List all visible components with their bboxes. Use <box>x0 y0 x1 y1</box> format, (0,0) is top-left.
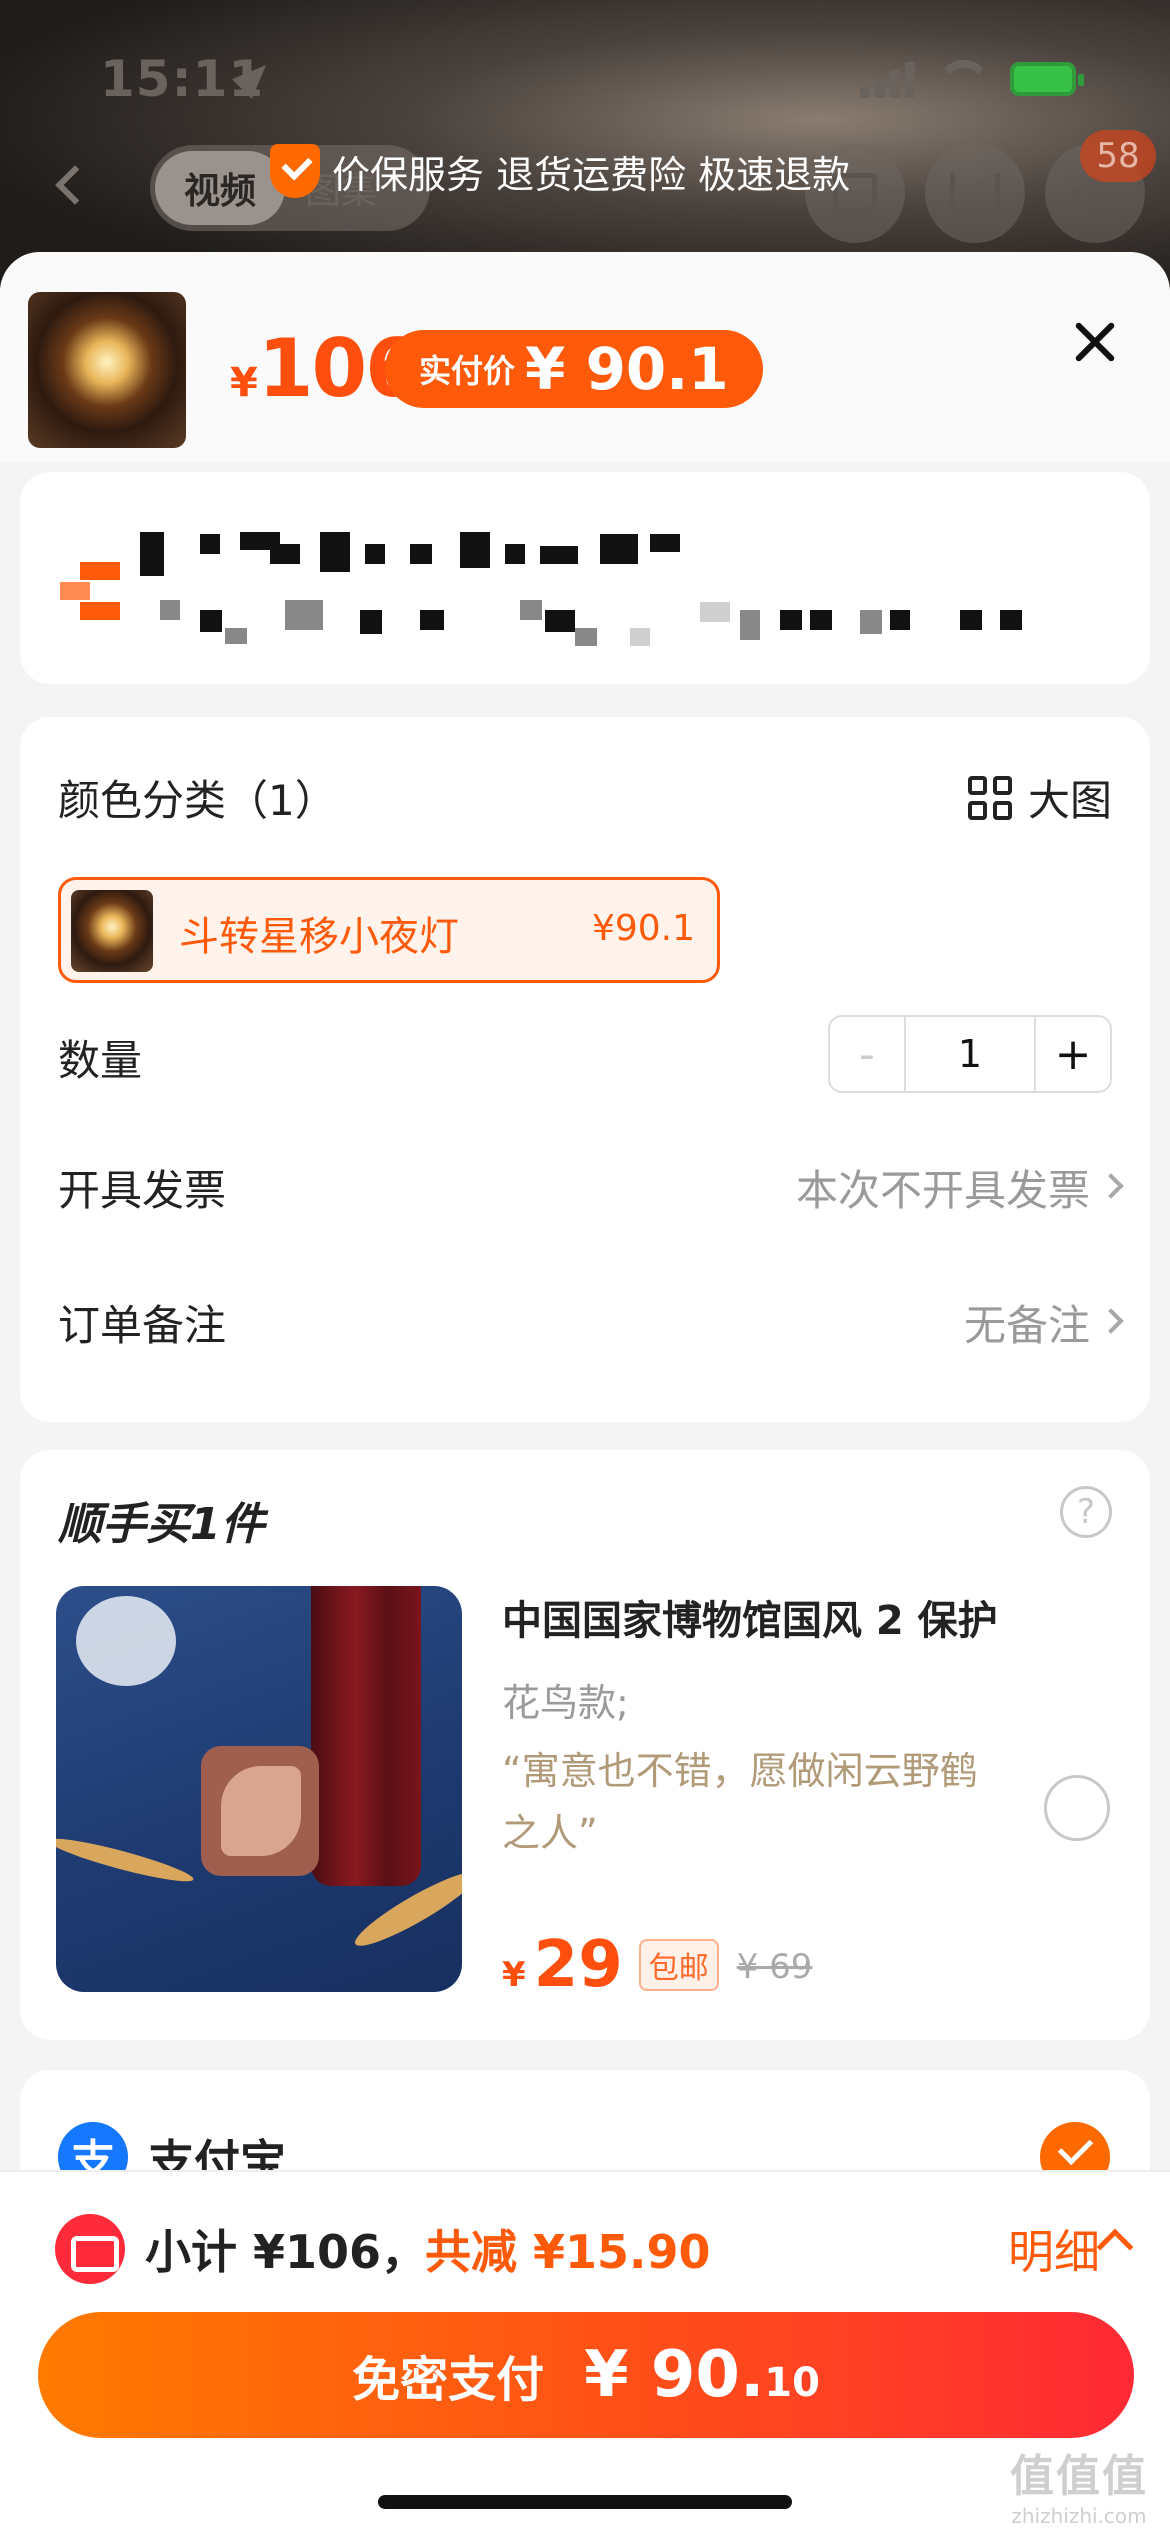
status-bar: 15:11 <box>0 40 1170 120</box>
battery-icon <box>1010 62 1084 96</box>
pay-price-value: ¥ 90.1 <box>525 335 729 403</box>
shield-check-icon <box>270 144 320 198</box>
add-on-product-image[interactable] <box>56 1586 462 1992</box>
shipping-address-card[interactable] <box>20 472 1150 684</box>
pay-button-amount-cents: 10 <box>764 2360 820 2406</box>
invoice-value: 本次不开具发票 <box>795 1166 1090 1215</box>
order-note-value: 无备注 <box>963 1301 1090 1350</box>
checkout-bottom-bar: 小计 ¥106， 共减 ¥15.90 明细 免密支付 ¥ 90.10 <box>0 2170 1170 2532</box>
coupon-icon <box>55 2214 125 2284</box>
actual-pay-price-badge: 实付价 ¥ 90.1 <box>385 330 763 408</box>
pay-button-amount-main: ¥ 90. <box>584 2338 765 2412</box>
cart-button[interactable] <box>925 143 1025 243</box>
chevron-right-icon <box>1098 1308 1124 1334</box>
tab-video[interactable]: 视频 <box>155 151 285 225</box>
add-on-sku: 花鸟款; <box>502 1681 629 1725</box>
quantity-decrease-button[interactable]: - <box>830 1017 904 1091</box>
help-icon[interactable]: ? <box>1060 1486 1112 1538</box>
wifi-icon <box>940 60 988 100</box>
grid-icon <box>967 775 1012 820</box>
product-thumbnail[interactable] <box>28 292 186 448</box>
service-guarantee-text: 价保服务 退货运费险 极速退款 <box>332 152 851 197</box>
add-on-price-value: 29 <box>533 1928 623 2002</box>
subtotal-text: 小计 ¥106， <box>145 2225 428 2279</box>
quantity-label: 数量 <box>58 1036 143 1085</box>
more-icon <box>1072 188 1118 198</box>
sku-price: ¥90.1 <box>591 908 695 949</box>
quantity-increase-button[interactable]: + <box>1036 1017 1110 1091</box>
product-summary: ¥ 106 实付价 ¥ 90.1 <box>0 252 1170 462</box>
cart-count-badge: 58 <box>1080 130 1156 182</box>
quantity-input[interactable]: 1 <box>904 1017 1036 1091</box>
add-on-review-quote: “寓意也不错，愿做闲云野鹤之人” <box>502 1749 978 1855</box>
add-on-item-card: 顺手买1件 ? 中国国家博物馆国风 2 保护 花鸟款; “寓意也不错，愿做闲云野… <box>20 1450 1150 2040</box>
pay-button-label: 免密支付 <box>352 2352 545 2408</box>
quantity-stepper: - 1 + <box>828 1015 1112 1093</box>
sku-option-selected[interactable]: 斗转星移小夜灯 ¥90.1 <box>58 877 720 983</box>
sku-thumbnail <box>71 890 153 972</box>
invoice-label: 开具发票 <box>58 1166 227 1215</box>
cellular-signal-icon <box>860 62 920 98</box>
add-on-price: ¥ 29 包邮 ¥ 69 <box>502 1928 812 2002</box>
service-guarantee-banner: 价保服务 退货运费险 极速退款 <box>270 135 850 207</box>
color-category-label: 颜色分类（1） <box>58 776 337 825</box>
top-navigation: 视频 图集 58 价保服务 退货运费险 极速退款 <box>0 130 1170 245</box>
discount-total-text: 共减 ¥15.90 <box>425 2225 711 2279</box>
pay-price-label: 实付价 <box>419 352 516 390</box>
add-on-select-radio[interactable] <box>1044 1775 1110 1841</box>
free-shipping-badge: 包邮 <box>638 1939 719 1991</box>
big-image-toggle[interactable]: 大图 <box>967 767 1112 828</box>
add-on-original-price: ¥ 69 <box>736 1947 813 1987</box>
add-on-product-name: 中国国家博物馆国风 2 保护 <box>502 1598 998 1644</box>
home-indicator <box>378 2495 792 2509</box>
password-free-pay-button[interactable]: 免密支付 ¥ 90.10 <box>38 2312 1134 2438</box>
sku-name: 斗转星移小夜灯 <box>179 914 459 960</box>
price-currency: ¥ <box>230 360 258 406</box>
add-on-price-currency: ¥ <box>502 1955 526 1995</box>
cart-icon <box>950 173 1000 213</box>
close-icon[interactable] <box>1065 312 1125 372</box>
price-detail-button[interactable]: 明细 <box>1008 2216 1100 2282</box>
chevron-up-icon[interactable] <box>1096 2228 1134 2266</box>
order-note-label: 订单备注 <box>58 1301 227 1350</box>
order-options-card: 颜色分类（1） 大图 斗转星移小夜灯 ¥90.1 数量 - 1 + 开具发票 本… <box>20 717 1150 1422</box>
location-pin-icon <box>60 562 140 622</box>
watermark-url: zhizhizhi.com <box>1011 2504 1147 2528</box>
checkout-sheet: ¥ 106 实付价 ¥ 90.1 颜色分类（1） 大图 斗转星移小夜灯 ¥90.… <box>0 252 1170 2532</box>
big-image-label: 大图 <box>1027 776 1112 825</box>
back-button[interactable] <box>40 150 110 220</box>
watermark-text: 值值值 <box>1010 2451 1148 2502</box>
pay-button-amount: ¥ 90.10 <box>584 2338 820 2412</box>
watermark-logo: 值值值 zhizhizhi.com <box>1010 2440 1148 2528</box>
add-on-title: 顺手买1件 <box>58 1499 265 1550</box>
chevron-right-icon <box>1098 1173 1124 1199</box>
